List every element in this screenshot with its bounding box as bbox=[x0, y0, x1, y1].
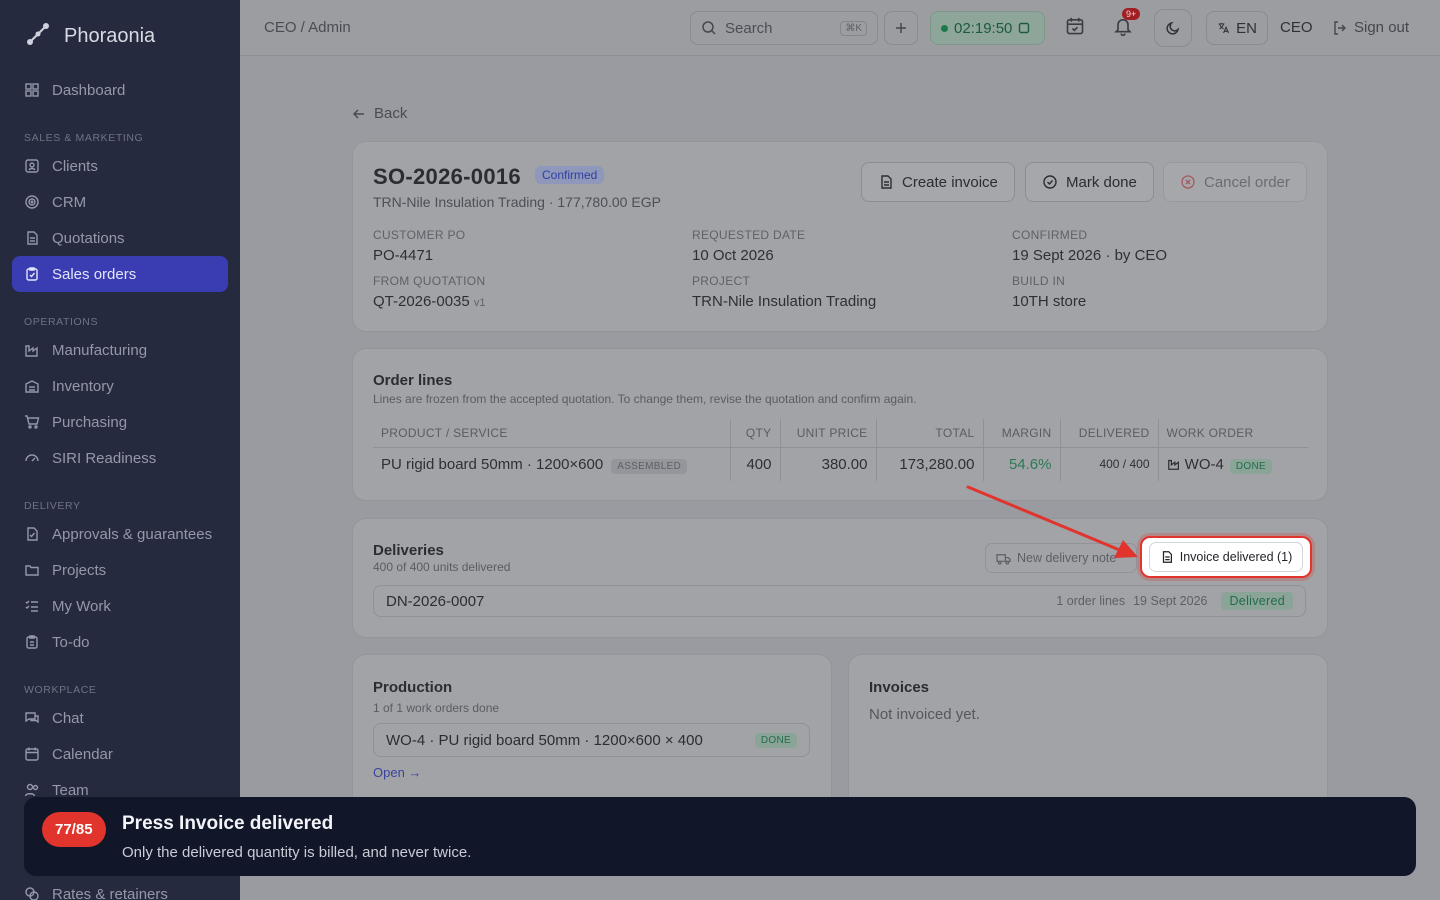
pointer-arrow-icon bbox=[966, 485, 1138, 558]
tour-toast: 77/85 Press Invoice delivered Only the d… bbox=[24, 797, 1416, 876]
tour-step-badge: 77/85 bbox=[42, 812, 106, 847]
highlight-frame: Invoice delivered (1) bbox=[1140, 536, 1312, 578]
invoice-delivered-label: Invoice delivered (1) bbox=[1179, 550, 1293, 564]
tour-subtitle: Only the delivered quantity is billed, a… bbox=[122, 844, 472, 861]
invoice-delivered-button[interactable]: Invoice delivered (1) bbox=[1148, 542, 1304, 572]
tour-title: Press Invoice delivered bbox=[122, 813, 334, 834]
document-icon bbox=[1162, 551, 1172, 563]
